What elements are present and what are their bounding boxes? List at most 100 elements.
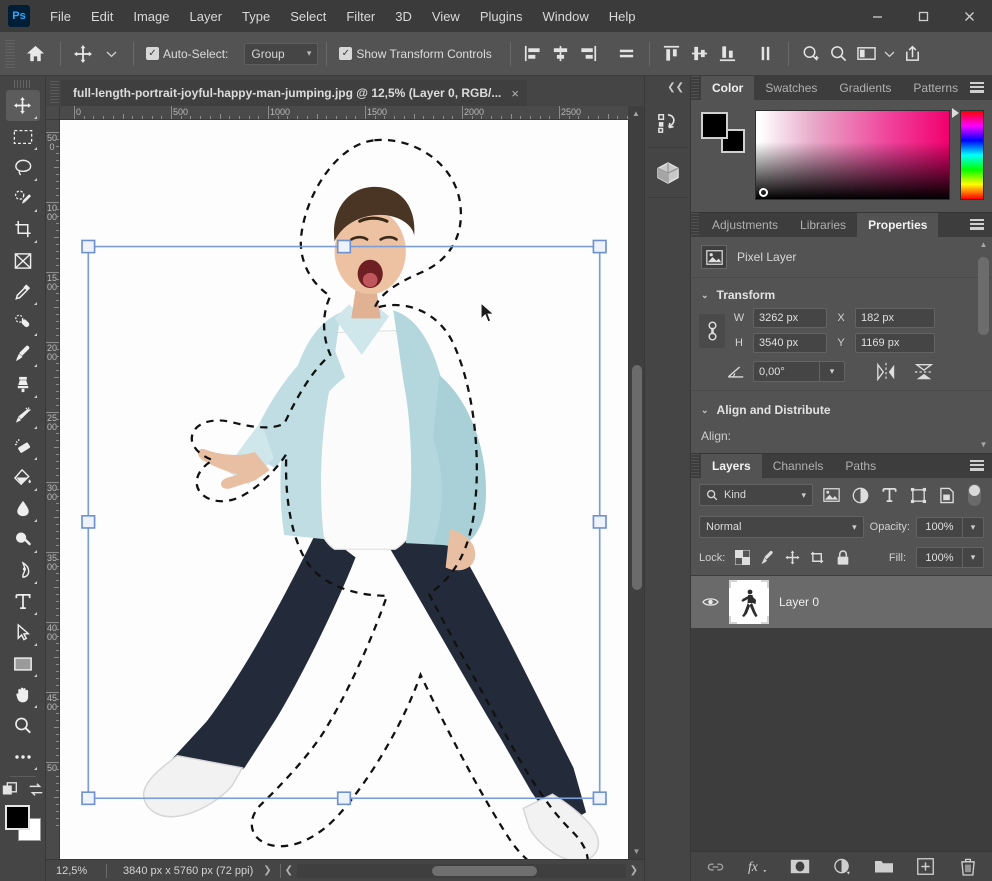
new-adjustment-layer-icon[interactable] [832,857,852,877]
tool-blur[interactable] [6,493,40,524]
color-picker-handle[interactable] [759,188,768,197]
transform-bounding-box[interactable] [60,120,628,859]
3d-panel-icon[interactable] [647,148,688,198]
width-input[interactable]: 3262 px [753,308,827,328]
workspace-icon[interactable] [853,40,881,68]
menu-help[interactable]: Help [599,0,646,32]
menu-filter[interactable]: Filter [336,0,385,32]
workspace-chevron-down-icon[interactable] [881,40,899,68]
show-transform-controls-control[interactable]: ✓ Show Transform Controls [335,47,495,61]
tool-edit-toolbar[interactable] [6,741,40,772]
menu-file[interactable]: File [40,0,81,32]
canvas-viewport[interactable] [60,120,628,859]
double-chevron-left-icon[interactable]: ❮❮ [645,76,690,98]
transform-section-header[interactable]: ⌄ Transform [691,284,992,308]
auto-select-checkbox[interactable]: ✓ [146,47,159,60]
layer-style-fx-icon[interactable]: fx [748,857,768,877]
menu-window[interactable]: Window [532,0,598,32]
ruler-corner[interactable] [46,106,60,120]
tool-eraser[interactable] [6,431,40,462]
x-input[interactable]: 182 px [855,308,935,328]
home-icon[interactable] [18,39,52,69]
tool-zoom[interactable] [6,710,40,741]
search-icon[interactable] [825,40,853,68]
distribute-vertical-icon[interactable] [752,40,780,68]
hscroll-right-arrow-icon[interactable]: ❯ [630,865,638,876]
tab-layers[interactable]: Layers [701,454,762,478]
panel-grip[interactable] [691,213,699,237]
three-d-mode-icon[interactable] [797,40,825,68]
status-options-chevron-icon[interactable]: ❯ [263,865,271,876]
rotation-angle-input[interactable]: 0,00° [753,361,819,382]
lock-all-icon[interactable] [836,549,850,566]
smart-object-filter-icon[interactable] [936,485,958,505]
blend-mode-dropdown[interactable]: Normal ▾ [699,516,864,538]
align-top-edges-icon[interactable] [658,40,686,68]
adjustment-filter-icon[interactable] [849,485,871,505]
tool-dodge[interactable] [6,524,40,555]
properties-scrollbar[interactable]: ▲ ▼ [977,237,990,453]
hue-slider[interactable] [960,110,984,200]
auto-select-control[interactable]: ✓ Auto-Select: [142,47,232,61]
tool-move[interactable] [5,90,40,121]
menu-select[interactable]: Select [280,0,336,32]
scroll-up-arrow-icon[interactable]: ▲ [628,106,644,120]
lock-image-pixels-icon[interactable] [760,550,775,565]
menu-view[interactable]: View [422,0,470,32]
tool-pen[interactable] [6,555,40,586]
document-tab-grip[interactable] [50,81,59,103]
tab-channels[interactable]: Channels [761,454,835,478]
properties-scroll-thumb[interactable] [978,257,989,335]
quick-mask-icon[interactable] [1,781,19,799]
canvas-vertical-scrollbar[interactable]: ▼ [628,120,644,859]
options-bar-grip[interactable] [5,39,15,68]
tool-gradient[interactable] [6,462,40,493]
type-filter-icon[interactable] [878,485,900,505]
align-bottom-edges-icon[interactable] [714,40,742,68]
menu-3d[interactable]: 3D [385,0,422,32]
canvas-horizontal-scrollbar[interactable] [297,863,626,878]
close-document-icon[interactable]: × [511,86,519,101]
panel-menu-icon[interactable] [970,219,984,230]
move-tool-icon[interactable] [69,40,97,68]
foreground-color-swatch[interactable] [4,805,30,830]
layer-thumbnail[interactable] [729,580,769,624]
menu-plugins[interactable]: Plugins [470,0,533,32]
tab-properties[interactable]: Properties [857,213,939,237]
properties-scroll-up-icon[interactable]: ▲ [977,237,990,251]
tool-brush[interactable] [6,338,40,369]
show-transform-checkbox[interactable]: ✓ [339,47,353,60]
height-input[interactable]: 3540 px [753,333,827,353]
screen-mode-icon[interactable] [27,781,45,799]
hscroll-left-arrow-icon[interactable]: ❮ [285,865,293,876]
canvas-sheet[interactable] [60,120,628,859]
tab-swatches[interactable]: Swatches [754,76,829,100]
scroll-down-arrow-icon[interactable]: ▼ [629,843,644,859]
menu-type[interactable]: Type [232,0,280,32]
lock-position-icon[interactable] [785,550,800,565]
tool-spot-healing-brush[interactable] [6,307,40,338]
tools-panel-grip[interactable] [13,80,32,88]
align-vertical-centers-icon[interactable] [686,40,714,68]
horizontal-ruler[interactable]: 050010001500200025003000 [60,106,628,120]
fill-input[interactable]: 100% [916,547,962,568]
actions-panel-icon[interactable] [647,98,688,148]
tab-patterns[interactable]: Patterns [902,76,970,100]
zoom-level[interactable]: 12,5% [46,865,104,877]
tab-gradients[interactable]: Gradients [828,76,903,100]
tool-hand[interactable] [6,679,40,710]
tool-path-selection[interactable] [6,617,40,648]
align-right-edges-icon[interactable] [575,40,603,68]
link-layers-icon[interactable] [706,857,726,877]
distribute-horizontal-icon[interactable] [613,40,641,68]
foreground-background-color-swatches[interactable] [4,805,41,841]
align-horizontal-centers-icon[interactable] [547,40,575,68]
tool-lasso[interactable] [6,152,40,183]
layer-name[interactable]: Layer 0 [779,595,819,609]
pixel-filter-icon[interactable] [820,485,842,505]
tool-clone-stamp[interactable] [6,369,40,400]
vertical-ruler[interactable]: 500 1000 1500 2000 2500 3000 3500 4000 4500 50 [46,120,60,859]
tab-adjustments[interactable]: Adjustments [701,213,790,237]
tool-preset-chevron-down-icon[interactable] [97,40,125,68]
color-spectrum-field[interactable] [755,110,950,200]
